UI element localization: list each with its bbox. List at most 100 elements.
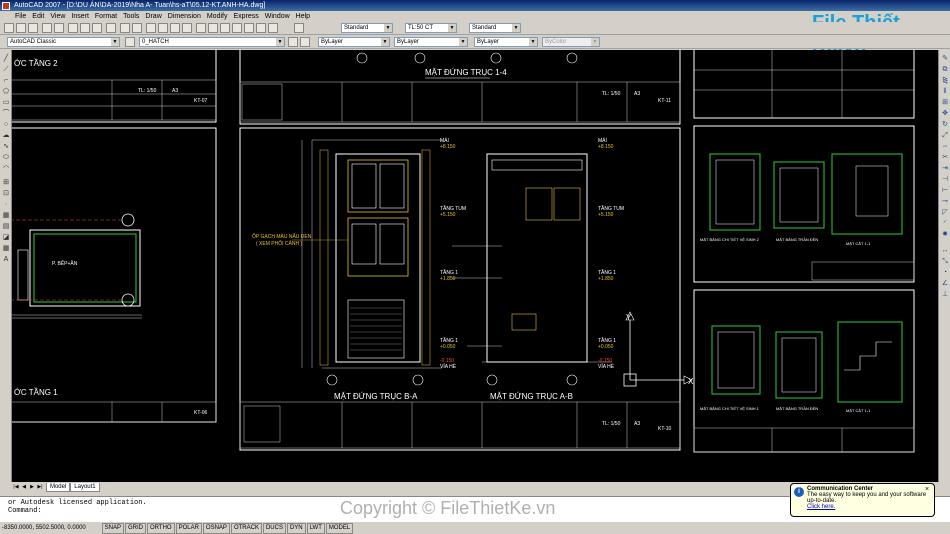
insert-block-icon[interactable]: ⊞ bbox=[1, 178, 11, 187]
snap-button[interactable]: SNAP bbox=[101, 523, 125, 534]
mtext-icon[interactable]: A bbox=[1, 255, 11, 264]
arc-icon[interactable]: ⌒ bbox=[1, 109, 11, 118]
polar-button[interactable]: POLAR bbox=[175, 523, 202, 534]
ortho-button[interactable]: ORTHO bbox=[147, 523, 175, 534]
table-style-select[interactable]: Standard ▼ bbox=[469, 23, 521, 33]
zoom-window-icon[interactable] bbox=[170, 23, 180, 33]
properties-icon[interactable] bbox=[196, 23, 206, 33]
linetype-select[interactable]: ByLayer ▼ bbox=[394, 37, 468, 47]
drawing-canvas[interactable]: ỚC TẦNG 2 TL: 1/50 A3 KT-07 P. BẾP+ĂN ỚC… bbox=[12, 50, 938, 482]
tab-layout1[interactable]: Layout1 bbox=[70, 483, 100, 492]
communication-center-balloon[interactable]: i × Communication Center The easy way to… bbox=[790, 483, 935, 517]
quickcalc-icon[interactable] bbox=[256, 23, 266, 33]
offset-icon[interactable]: ⫴ bbox=[940, 87, 950, 96]
dim-style-select[interactable]: TL:50 CT ▼ bbox=[405, 23, 457, 33]
preview-icon[interactable] bbox=[54, 23, 64, 33]
markup-icon[interactable] bbox=[244, 23, 254, 33]
hatch-icon[interactable]: ▦ bbox=[1, 211, 11, 220]
model-button[interactable]: MODEL bbox=[325, 523, 354, 534]
ellipse-icon[interactable]: ⬭ bbox=[1, 153, 11, 162]
point-icon[interactable]: · bbox=[1, 200, 11, 209]
menu-draw[interactable]: Draw bbox=[142, 11, 164, 22]
autocad-app-icon[interactable] bbox=[2, 2, 10, 10]
menu-insert[interactable]: Insert bbox=[68, 11, 92, 22]
design-center-icon[interactable] bbox=[208, 23, 218, 33]
erase-icon[interactable]: ✎ bbox=[940, 54, 950, 63]
chamfer-icon[interactable]: ◸ bbox=[940, 208, 950, 217]
menu-modify[interactable]: Modify bbox=[204, 11, 231, 22]
polygon-icon[interactable]: ⬠ bbox=[1, 87, 11, 96]
menu-window[interactable]: Window bbox=[262, 11, 293, 22]
revcloud-icon[interactable]: ☁ bbox=[1, 131, 11, 140]
table-icon[interactable]: ▦ bbox=[1, 244, 11, 253]
close-icon[interactable]: × bbox=[923, 486, 931, 494]
sheet-set-icon[interactable] bbox=[232, 23, 242, 33]
region-icon[interactable]: ◪ bbox=[1, 233, 11, 242]
open-icon[interactable] bbox=[16, 23, 26, 33]
polyline-icon[interactable]: ⌐ bbox=[1, 76, 11, 85]
otrack-button[interactable]: OTRACK bbox=[230, 523, 262, 534]
tab-model[interactable]: Model bbox=[45, 483, 71, 492]
dim-radius-icon[interactable]: ◔ bbox=[940, 268, 950, 277]
rectangle-icon[interactable]: ▭ bbox=[1, 98, 11, 107]
gradient-icon[interactable]: ▤ bbox=[1, 222, 11, 231]
menu-tools[interactable]: Tools bbox=[120, 11, 142, 22]
pan-icon[interactable] bbox=[146, 23, 156, 33]
plotstyle-select[interactable]: ByColor ▼ bbox=[542, 37, 600, 47]
line-icon[interactable]: ╱ bbox=[1, 54, 11, 63]
circle-icon[interactable]: ○ bbox=[1, 120, 11, 129]
tool-palettes-icon[interactable] bbox=[220, 23, 230, 33]
break-icon[interactable]: ⊢ bbox=[940, 186, 950, 195]
color-select[interactable]: ByLayer ▼ bbox=[318, 37, 390, 47]
menu-edit[interactable]: Edit bbox=[29, 11, 47, 22]
layer-manager-icon[interactable] bbox=[125, 37, 135, 47]
ellipse-arc-icon[interactable]: ◠ bbox=[1, 164, 11, 173]
text-style-select[interactable]: Standard ▼ bbox=[341, 23, 393, 33]
rotate-icon[interactable]: ↻ bbox=[940, 120, 950, 129]
workspace-select[interactable]: AutoCAD Classic ▼ bbox=[7, 37, 120, 47]
cut-icon[interactable] bbox=[68, 23, 78, 33]
styles-icon[interactable] bbox=[294, 23, 304, 33]
next-tab-icon[interactable]: ▶ bbox=[28, 482, 36, 492]
spline-icon[interactable]: ∿ bbox=[1, 142, 11, 151]
grid-button[interactable]: GRID bbox=[125, 523, 147, 534]
break-point-icon[interactable]: ⊣ bbox=[940, 175, 950, 184]
prev-tab-icon[interactable]: ◀ bbox=[20, 482, 28, 492]
undo-icon[interactable] bbox=[120, 23, 130, 33]
make-current-icon[interactable] bbox=[288, 37, 298, 47]
extend-icon[interactable]: ⇥ bbox=[940, 164, 950, 173]
plot-icon[interactable] bbox=[42, 23, 52, 33]
trim-icon[interactable]: ✂ bbox=[940, 153, 950, 162]
layer-select[interactable]: 0_HATCH ▼ bbox=[139, 37, 285, 47]
zoom-realtime-icon[interactable] bbox=[158, 23, 168, 33]
ducs-button[interactable]: DUCS bbox=[262, 523, 286, 534]
osnap-button[interactable]: OSNAP bbox=[202, 523, 230, 534]
new-icon[interactable] bbox=[4, 23, 14, 33]
scale-icon[interactable]: ⤢ bbox=[940, 131, 950, 140]
menu-dimension[interactable]: Dimension bbox=[165, 11, 204, 22]
lwt-button[interactable]: LWT bbox=[306, 523, 325, 534]
menu-file[interactable]: File bbox=[12, 11, 29, 22]
layer-previous-icon[interactable] bbox=[300, 37, 310, 47]
save-icon[interactable] bbox=[28, 23, 38, 33]
copy-object-icon[interactable]: ⧉ bbox=[940, 65, 950, 74]
explode-icon[interactable]: ✸ bbox=[940, 230, 950, 239]
first-tab-icon[interactable]: |◀ bbox=[12, 482, 20, 492]
menu-express[interactable]: Express bbox=[230, 11, 261, 22]
copy-icon[interactable] bbox=[80, 23, 90, 33]
stretch-icon[interactable]: ⇔ bbox=[940, 142, 950, 151]
menu-view[interactable]: View bbox=[47, 11, 68, 22]
mirror-icon[interactable]: ⧎ bbox=[940, 76, 950, 85]
fillet-icon[interactable]: ◜ bbox=[940, 219, 950, 228]
zoom-previous-icon[interactable] bbox=[182, 23, 192, 33]
balloon-link[interactable]: Click here. bbox=[807, 504, 930, 510]
dim-linear-icon[interactable]: ↔ bbox=[940, 246, 950, 255]
move-icon[interactable]: ✥ bbox=[940, 109, 950, 118]
construction-line-icon[interactable]: ⟋ bbox=[1, 65, 11, 74]
dim-aligned-icon[interactable]: ⤡ bbox=[940, 257, 950, 266]
paste-icon[interactable] bbox=[92, 23, 102, 33]
array-icon[interactable]: ⊞ bbox=[940, 98, 950, 107]
menu-help[interactable]: Help bbox=[293, 11, 313, 22]
dim-baseline-icon[interactable]: ⊥ bbox=[940, 290, 950, 299]
help-icon[interactable] bbox=[268, 23, 278, 33]
